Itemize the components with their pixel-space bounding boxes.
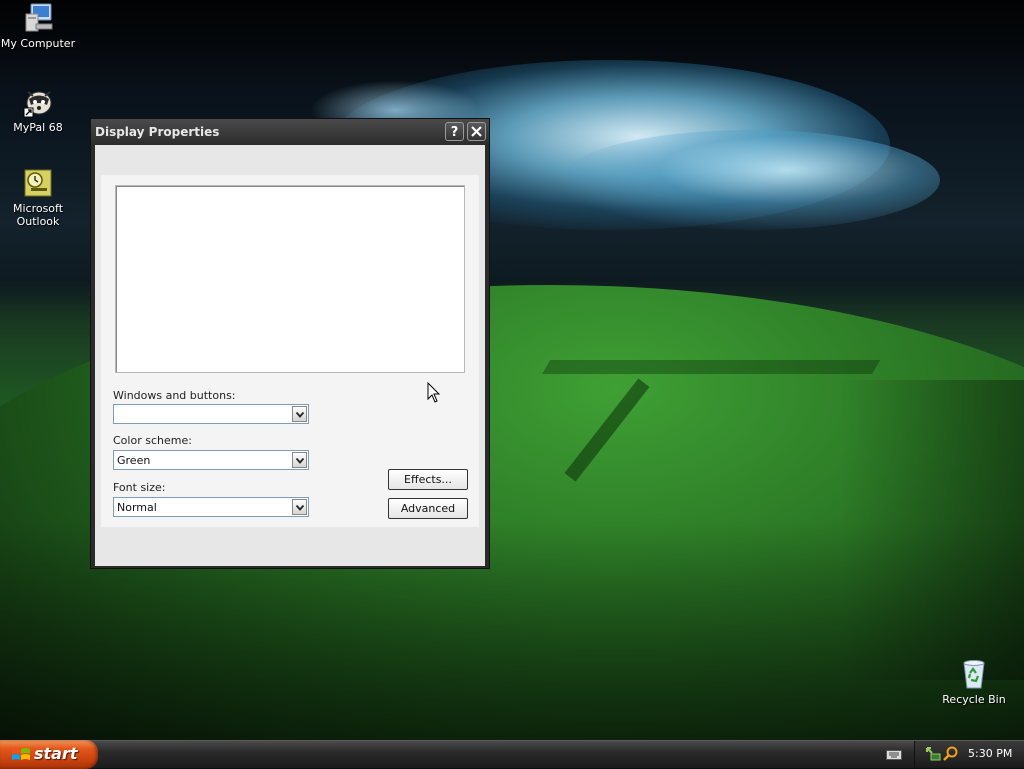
desktop-icon-label: Recycle Bin	[942, 693, 1006, 706]
computer-icon	[22, 2, 54, 34]
keyboard-icon[interactable]	[886, 749, 902, 764]
dropdown-button[interactable]	[292, 452, 307, 468]
desktop-icon-label: Microsoft Outlook	[12, 202, 64, 228]
window-title: Display Properties	[95, 125, 220, 139]
advanced-button[interactable]: Advanced	[388, 498, 468, 519]
appearance-preview	[115, 185, 465, 373]
font-size-label: Font size:	[113, 481, 166, 494]
font-size-value: Normal	[117, 501, 157, 514]
dropdown-button[interactable]	[292, 499, 307, 515]
windows-buttons-label: Windows and buttons:	[113, 389, 236, 402]
window-client-area: Windows and buttons: Color scheme: Green	[95, 145, 485, 566]
desktop-icon-label: MyPal 68	[13, 121, 63, 134]
recycle-bin-icon	[958, 658, 990, 690]
mypal-icon	[22, 86, 54, 118]
window-titlebar[interactable]: Display Properties ?	[91, 119, 489, 145]
color-scheme-select[interactable]: Green	[113, 450, 309, 470]
color-scheme-value: Green	[117, 454, 151, 467]
desktop-icon-my-computer[interactable]: My Computer	[0, 2, 76, 50]
start-label: start	[34, 744, 78, 763]
system-tray: 5:30 PM	[914, 741, 1024, 768]
desktop-icon-label: My Computer	[0, 37, 76, 50]
outlook-icon	[22, 167, 54, 199]
desktop-icon-mypal[interactable]: MyPal 68	[0, 86, 76, 134]
help-button[interactable]: ?	[445, 122, 464, 141]
mouse-cursor-icon	[427, 381, 441, 407]
effects-button[interactable]: Effects...	[388, 469, 468, 490]
desktop-icon-recycle-bin[interactable]: Recycle Bin	[936, 658, 1012, 706]
dropdown-button[interactable]	[292, 406, 307, 422]
font-size-select[interactable]: Normal	[113, 497, 309, 517]
windows-logo-icon	[11, 746, 31, 767]
color-scheme-label: Color scheme:	[113, 434, 192, 447]
start-button[interactable]: start	[0, 740, 98, 769]
desktop-icon-outlook[interactable]: Microsoft Outlook	[0, 167, 76, 228]
display-properties-window: Display Properties ? Windows and buttons…	[90, 118, 490, 569]
close-icon	[471, 126, 482, 141]
taskbar-clock[interactable]: 5:30 PM	[968, 747, 1012, 760]
search-icon[interactable]	[943, 746, 959, 765]
network-icon[interactable]	[925, 746, 941, 765]
appearance-panel: Windows and buttons: Color scheme: Green	[101, 175, 479, 527]
close-button[interactable]	[467, 122, 486, 141]
windows-buttons-select[interactable]	[113, 404, 309, 424]
taskbar: start 5:30 PM	[0, 740, 1024, 769]
